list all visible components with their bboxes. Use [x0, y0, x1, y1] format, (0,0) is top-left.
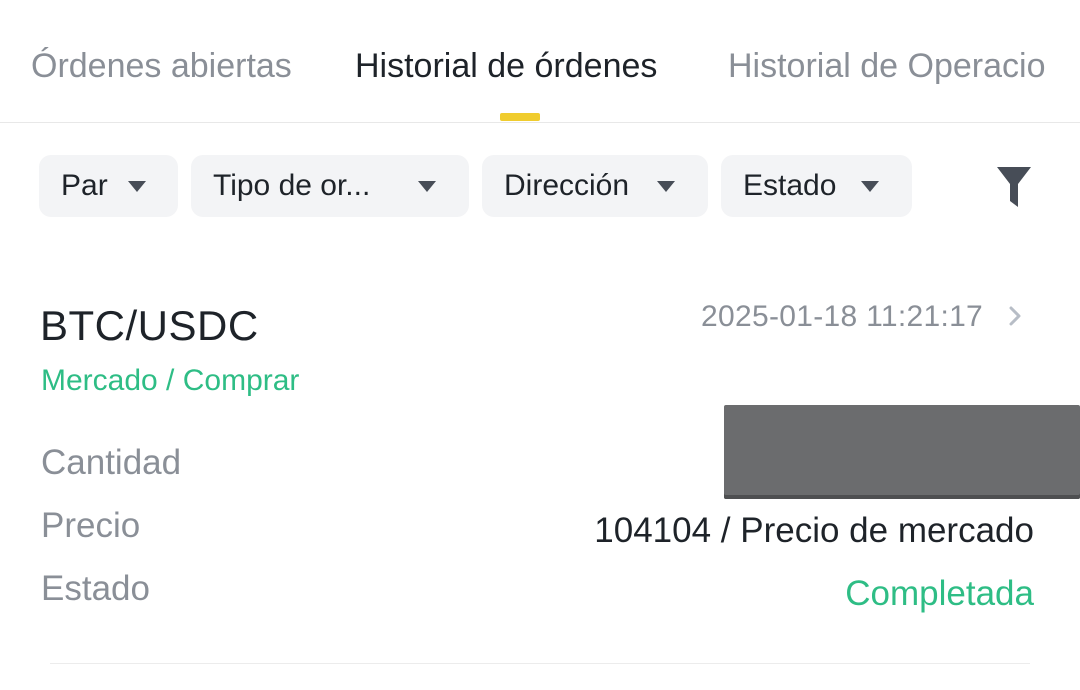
direction-filter-dropdown[interactable]: Dirección [482, 155, 708, 217]
tab-open-orders[interactable]: Órdenes abiertas [31, 44, 292, 88]
quantity-label: Cantidad [41, 443, 182, 482]
pair-filter-label: Par [61, 169, 108, 202]
order-type-filter-dropdown[interactable]: Tipo de or... [191, 155, 469, 217]
status-label: Estado [41, 569, 150, 608]
tab-order-history[interactable]: Historial de órdenes [355, 44, 657, 88]
caret-down-icon [657, 181, 675, 192]
order-type-filter-label: Tipo de or... [213, 169, 371, 202]
caret-down-icon [418, 181, 436, 192]
order-history-screen: Órdenes abiertas Historial de órdenes Hi… [0, 0, 1080, 690]
status-filter-dropdown[interactable]: Estado [721, 155, 912, 217]
caret-down-icon [128, 181, 146, 192]
chevron-right-icon[interactable] [1008, 305, 1022, 327]
pair-filter-dropdown[interactable]: Par [39, 155, 178, 217]
price-value: 104104 / Precio de mercado [594, 511, 1034, 550]
order-pair: BTC/USDC [40, 302, 259, 349]
caret-down-icon [861, 181, 879, 192]
direction-filter-label: Dirección [504, 169, 630, 202]
tab-trade-history[interactable]: Historial de Operacio [728, 44, 1045, 88]
filter-icon[interactable] [997, 167, 1031, 207]
tab-bar: Órdenes abiertas Historial de órdenes Hi… [0, 0, 1080, 123]
card-divider [50, 663, 1030, 664]
active-tab-indicator [500, 113, 540, 121]
order-type-side: Mercado / Comprar [41, 364, 300, 397]
status-filter-label: Estado [743, 169, 837, 202]
status-value: Completada [845, 574, 1034, 613]
redacted-quantity-value [724, 405, 1080, 499]
order-timestamp: 2025-01-18 11:21:17 [701, 300, 984, 333]
price-label: Precio [41, 506, 141, 545]
